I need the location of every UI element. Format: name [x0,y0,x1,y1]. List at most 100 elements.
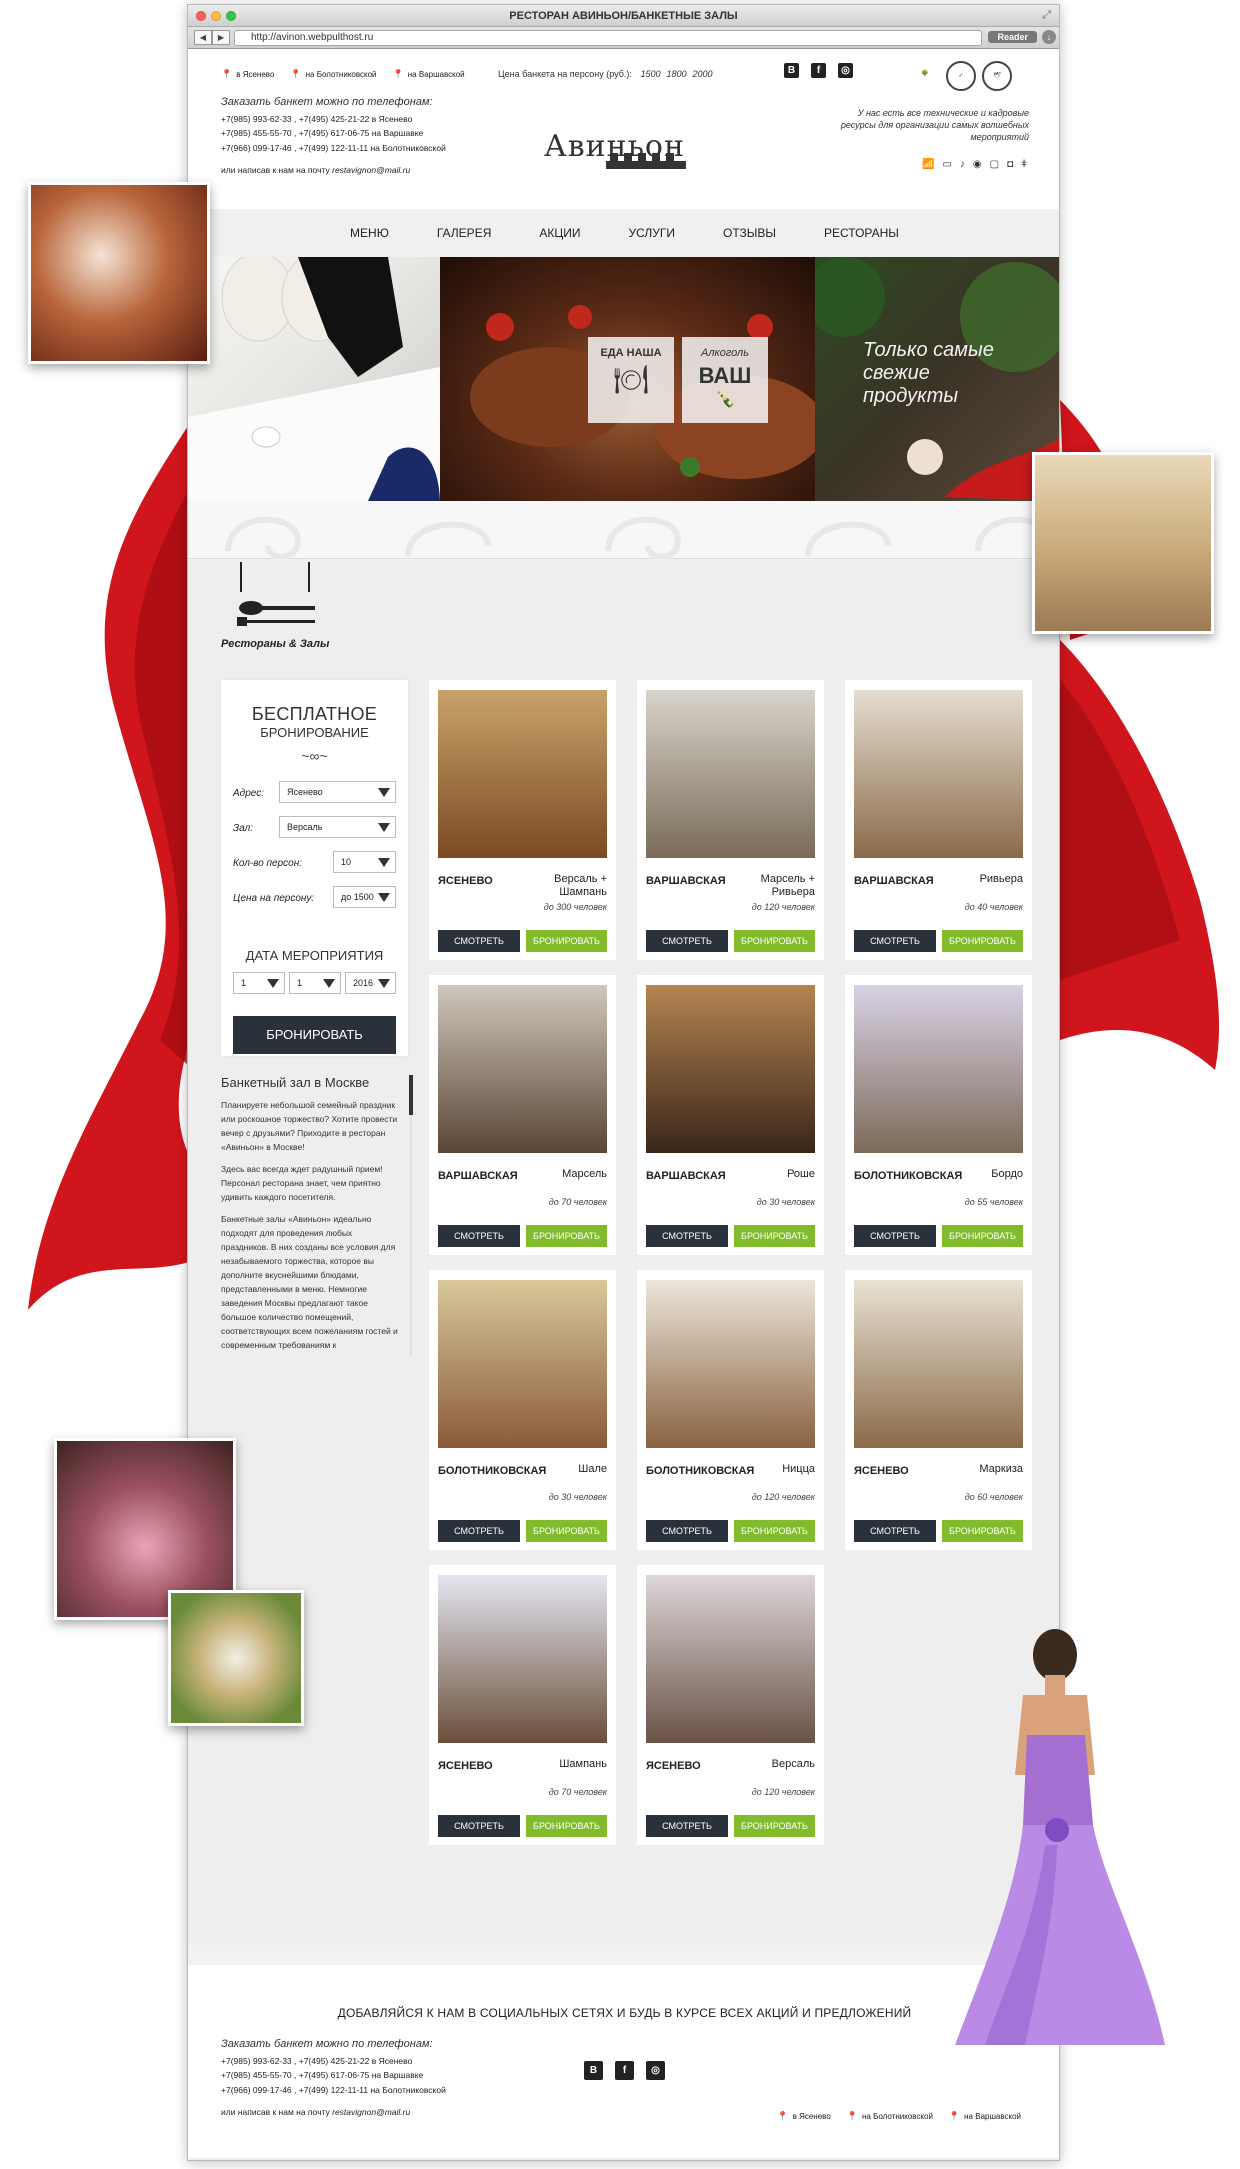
site-footer: ДОБАВЛЯЙСЯ К НАМ В СОЦИАЛЬНЫХ СЕТЯХ И БУ… [188,1965,1059,2158]
hall-photo[interactable] [438,690,607,858]
view-hall-button[interactable]: СМОТРЕТЬ [854,930,936,952]
view-hall-button[interactable]: СМОТРЕТЬ [854,1225,936,1247]
view-hall-button[interactable]: СМОТРЕТЬ [646,1225,728,1247]
hall-photo[interactable] [646,1280,815,1448]
address-link[interactable]: 📍 на Варшавской [393,69,465,80]
persons-select[interactable]: 10 [333,851,396,873]
hall-photo[interactable] [646,985,815,1153]
phone-line[interactable]: +7(985) 993-62-33 , +7(495) 425-21-22 в … [221,2054,446,2069]
window-title: РЕСТОРАН АВИНЬОН/БАНКЕТНЫЕ ЗАЛЫ [509,10,738,22]
menu-item-menu[interactable]: МЕНЮ [350,226,389,240]
hero-steak-photo: ЕДА НАША 🍽 Алкоголь ВАШ 🍾 [440,257,815,501]
menu-item-gallery[interactable]: ГАЛЕРЕЯ [437,226,492,240]
maximize-window-button[interactable] [226,11,236,21]
view-hall-button[interactable]: СМОТРЕТЬ [438,1815,520,1837]
minimize-window-button[interactable] [211,11,221,21]
address-link[interactable]: 📍 на Болотниковской [290,69,376,80]
about-scrollbar[interactable] [410,1076,412,1356]
phone-line[interactable]: +7(985) 455-55-70 , +7(495) 617-06-75 на… [221,126,446,141]
footer-addresses: 📍 в Ясенево 📍 на Болотниковской 📍 на Варшав… [777,2111,1021,2122]
menu-item-promos[interactable]: АКЦИИ [539,226,580,240]
address-link[interactable]: 📍 в Ясенево [221,69,274,80]
plate-icon: 🍽 [613,364,649,395]
book-hall-button[interactable]: БРОНИРОВАТЬ [526,1520,607,1542]
book-hall-button[interactable]: БРОНИРОВАТЬ [734,1520,815,1542]
address-bar[interactable]: http://avinon.webpulthost.ru [234,30,982,46]
price-select[interactable]: до 1500 [333,886,396,908]
facebook-icon[interactable]: f [811,63,826,78]
close-window-button[interactable] [196,11,206,21]
phone-line[interactable]: +7(985) 993-62-33 , +7(495) 425-21-22 в … [221,112,446,127]
year-select[interactable]: 2016 [345,972,396,994]
about-text: Банкетный зал в Москве Планируете неболь… [221,1075,398,1350]
book-hall-button[interactable]: БРОНИРОВАТЬ [942,930,1023,952]
site-logo[interactable]: Авиньон [544,123,694,181]
book-hall-button[interactable]: БРОНИРОВАТЬ [734,930,815,952]
book-hall-button[interactable]: БРОНИРОВАТЬ [942,1225,1023,1247]
book-hall-button[interactable]: БРОНИРОВАТЬ [734,1815,815,1837]
submit-booking-button[interactable]: БРОНИРОВАТЬ [233,1016,396,1054]
hall-photo[interactable] [646,690,815,858]
hall-name: Марсель [562,1168,607,1180]
section-title: Рестораны & Залы [221,638,330,650]
reader-button[interactable]: Reader [988,31,1037,43]
hall-photo[interactable] [438,985,607,1153]
fullscreen-icon[interactable]: ⤢ [1042,9,1051,22]
hall-photo[interactable] [854,985,1023,1153]
address-select[interactable]: Ясенево [279,781,396,803]
main-menu: МЕНЮ ГАЛЕРЕЯ АКЦИИ УСЛУГИ ОТЗЫВЫ РЕСТОРА… [188,209,1059,257]
about-scroll-thumb[interactable] [409,1075,413,1115]
hall-photo[interactable] [854,690,1023,858]
instagram-icon[interactable]: ◎ [838,63,853,78]
hall-select[interactable]: Версаль [279,816,396,838]
window-titlebar: РЕСТОРАН АВИНЬОН/БАНКЕТНЫЕ ЗАЛЫ ⤢ [188,5,1059,27]
book-hall-button[interactable]: БРОНИРОВАТЬ [526,1815,607,1837]
email-link[interactable]: restavignon@mail.ru [332,165,410,175]
chevron-down-icon [378,893,390,902]
address-link[interactable]: 📍 на Болотниковской [847,2111,933,2122]
address-link[interactable]: 📍 на Варшавской [949,2111,1021,2122]
chevron-down-icon [323,979,335,988]
day-select[interactable]: 1 [233,972,285,994]
hall-photo[interactable] [438,1575,607,1743]
book-hall-button[interactable]: БРОНИРОВАТЬ [942,1520,1023,1542]
phone-line[interactable]: +7(966) 099-17-46 , +7(499) 122-11-11 на… [221,2083,446,2098]
vk-icon[interactable]: В [584,2061,603,2080]
view-hall-button[interactable]: СМОТРЕТЬ [438,930,520,952]
hall-photo[interactable] [854,1280,1023,1448]
view-hall-button[interactable]: СМОТРЕТЬ [438,1520,520,1542]
menu-item-services[interactable]: УСЛУГИ [628,226,675,240]
view-hall-button[interactable]: СМОТРЕТЬ [438,1225,520,1247]
book-hall-button[interactable]: БРОНИРОВАТЬ [526,930,607,952]
hall-photo[interactable] [438,1280,607,1448]
facebook-icon[interactable]: f [615,2061,634,2080]
footer-phones: Заказать банкет можно по телефонам: +7(9… [221,2038,446,2117]
bird-badge-icon: 🕊 [982,61,1012,91]
hall-photo[interactable] [646,1575,815,1743]
menu-item-reviews[interactable]: ОТЗЫВЫ [723,226,776,240]
phone-line[interactable]: +7(966) 099-17-46 , +7(499) 122-11-11 на… [221,141,446,156]
month-select[interactable]: 1 [289,972,341,994]
back-button[interactable]: ◀ [194,30,212,45]
hall-location: ЯСЕНЕВО [438,1760,493,1772]
vk-icon[interactable]: В [784,63,799,78]
catering-dishes-photo [168,1590,304,1726]
instagram-icon[interactable]: ◎ [646,2061,665,2080]
order-phones: Заказать банкет можно по телефонам: +7(9… [221,96,446,175]
footer-socials: В f ◎ [584,2061,665,2080]
view-hall-button[interactable]: СМОТРЕТЬ [646,1815,728,1837]
price-info: Цена банкета на персону (руб.): 1500 1800… [498,69,713,79]
view-hall-button[interactable]: СМОТРЕТЬ [646,930,728,952]
address-link[interactable]: 📍 в Ясенево [777,2111,830,2122]
view-hall-button[interactable]: СМОТРЕТЬ [646,1520,728,1542]
book-hall-button[interactable]: БРОНИРОВАТЬ [526,1225,607,1247]
downloads-icon[interactable]: ↓ [1042,30,1056,44]
menu-item-restaurants[interactable]: РЕСТОРАНЫ [824,226,899,240]
view-hall-button[interactable]: СМОТРЕТЬ [854,1520,936,1542]
phone-line[interactable]: +7(985) 455-55-70 , +7(495) 617-06-75 на… [221,2068,446,2083]
hall-card: БОЛОТНИКОВСКАЯ Шале до 30 человек СМОТРЕТЬ Б… [429,1270,616,1550]
book-hall-button[interactable]: БРОНИРОВАТЬ [734,1225,815,1247]
forward-button[interactable]: ▶ [212,30,230,45]
hall-name: Шале [578,1463,607,1475]
email-link[interactable]: restavignon@mail.ru [332,2107,410,2117]
